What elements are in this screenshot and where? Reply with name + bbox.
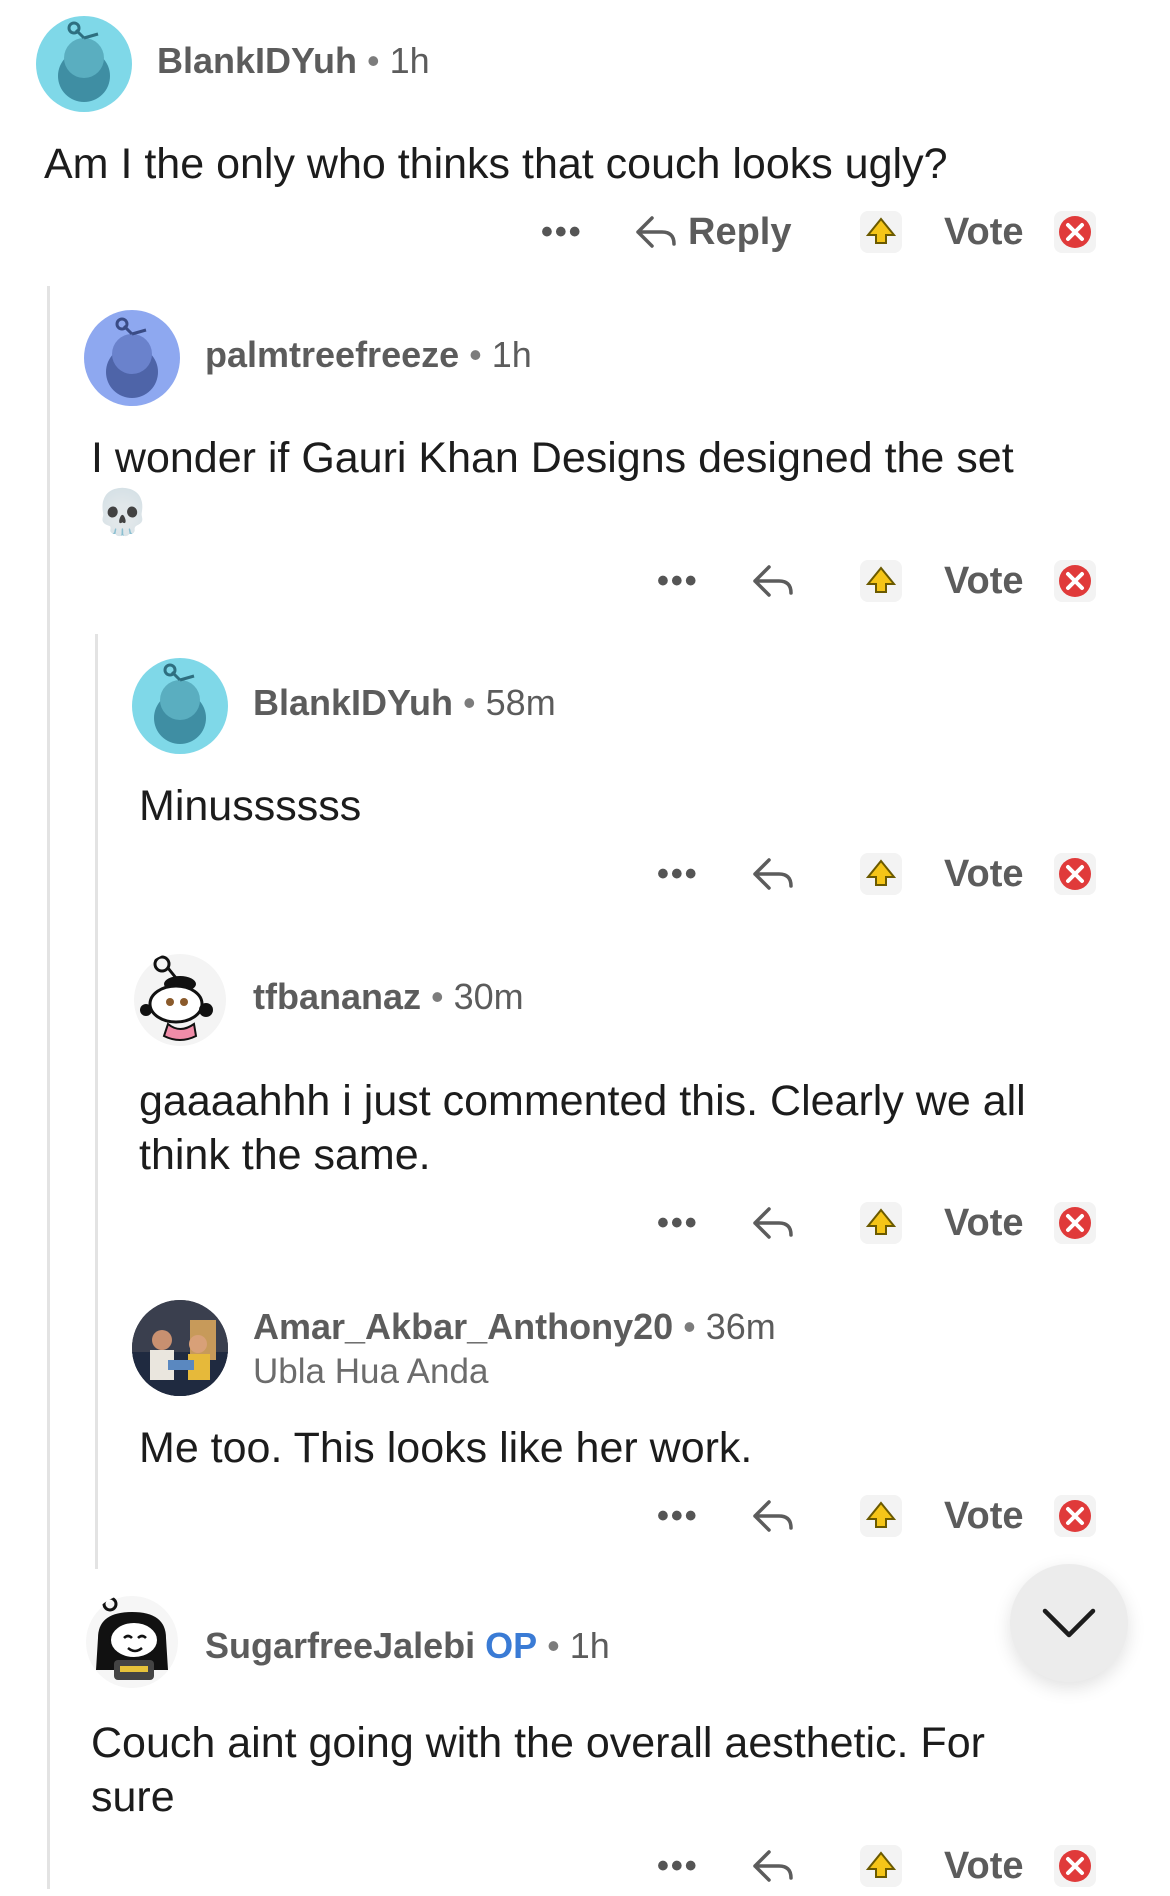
reply-button[interactable]	[751, 844, 795, 904]
more-options-button[interactable]: •••	[657, 1836, 699, 1896]
more-options-button[interactable]: •••	[657, 844, 699, 904]
reply-arrow-icon	[753, 1850, 793, 1882]
reply-button[interactable]	[751, 1836, 795, 1896]
downvote-icon[interactable]	[1052, 851, 1098, 897]
avatar[interactable]	[84, 310, 180, 406]
snoo-character-avatar-icon	[134, 954, 226, 1046]
downvote-icon[interactable]	[1052, 558, 1098, 604]
comment-body-line: gaaaahhh i just commented this. Clearly …	[139, 1077, 1026, 1125]
comment-body: Me too. This looks like her work.	[139, 1424, 753, 1472]
snoo-character-avatar-icon	[86, 1596, 178, 1688]
reply-button[interactable]	[751, 1486, 795, 1546]
comment-actions: ••• Vote	[0, 1486, 1170, 1546]
reply-button[interactable]: Reply	[634, 202, 791, 262]
avatar[interactable]	[132, 658, 228, 754]
thread-line-level-2	[95, 634, 98, 1569]
username[interactable]: tfbananaz	[253, 976, 421, 1018]
snoo-avatar-icon	[106, 317, 158, 398]
skull-emoji: 💀	[95, 488, 150, 537]
separator-dot: •	[547, 1625, 560, 1666]
comment-body-line: sure	[91, 1773, 175, 1821]
reply-arrow-icon	[753, 1207, 793, 1239]
vote-label: Vote	[944, 1845, 1024, 1887]
vote-label: Vote	[944, 211, 1024, 253]
timestamp: 1h	[569, 1625, 610, 1666]
comment-actions: ••• Vote	[0, 844, 1170, 904]
reply-button[interactable]	[751, 551, 795, 611]
separator-dot: •	[469, 334, 482, 375]
reply-button[interactable]	[751, 1193, 795, 1253]
vote-label: Vote	[944, 1202, 1024, 1244]
snoo-avatar-icon	[154, 663, 206, 744]
photo-avatar-icon	[132, 1300, 228, 1396]
downvote-icon[interactable]	[1052, 1200, 1098, 1246]
vote-label: Vote	[944, 1495, 1024, 1537]
user-flair: Ubla Hua Anda	[253, 1352, 489, 1391]
comment-body-line: think the same.	[139, 1131, 431, 1179]
timestamp: 1h	[389, 40, 430, 81]
thread-line-level-1	[47, 286, 50, 1889]
timestamp: 1h	[491, 334, 532, 375]
reply-label: Reply	[688, 210, 792, 253]
reply-arrow-icon	[753, 565, 793, 597]
downvote-icon[interactable]	[1052, 209, 1098, 255]
timestamp: 36m	[705, 1306, 776, 1347]
username[interactable]: Amar_Akbar_Anthony20	[253, 1306, 673, 1348]
avatar[interactable]	[132, 1300, 228, 1396]
more-options-button[interactable]: •••	[657, 551, 699, 611]
comment-body: I wonder if Gauri Khan Designs designed …	[91, 434, 1014, 482]
comment-body-line: Couch aint going with the overall aesthe…	[91, 1719, 985, 1767]
separator-dot: •	[431, 976, 444, 1017]
comment-actions: ••• Vote	[0, 1193, 1170, 1253]
next-comment-button[interactable]	[1010, 1564, 1128, 1682]
avatar[interactable]	[132, 952, 228, 1048]
upvote-icon[interactable]	[858, 209, 904, 255]
separator-dot: •	[463, 682, 476, 723]
more-options-button[interactable]: •••	[541, 202, 583, 262]
upvote-icon[interactable]	[858, 1200, 904, 1246]
upvote-icon[interactable]	[858, 1843, 904, 1889]
timestamp: 30m	[453, 976, 524, 1017]
username[interactable]: BlankIDYuh	[157, 40, 357, 82]
comment-body: Minussssss	[139, 782, 362, 830]
avatar[interactable]	[36, 16, 132, 112]
reply-arrow-icon	[753, 858, 793, 890]
vote-label: Vote	[944, 560, 1024, 602]
separator-dot: •	[367, 40, 380, 81]
more-options-button[interactable]: •••	[657, 1193, 699, 1253]
upvote-icon[interactable]	[858, 558, 904, 604]
comment-actions: ••• Reply Vote	[0, 202, 1170, 262]
chevron-down-icon	[1042, 1608, 1096, 1638]
vote-label: Vote	[944, 853, 1024, 895]
reply-arrow-icon	[636, 216, 676, 248]
comment-actions: ••• Vote	[0, 551, 1170, 611]
snoo-avatar-icon	[58, 21, 110, 102]
comment-actions: ••• Vote	[0, 1836, 1170, 1896]
username[interactable]: palmtreefreeze	[205, 334, 459, 376]
timestamp: 58m	[485, 682, 556, 723]
more-options-button[interactable]: •••	[657, 1486, 699, 1546]
upvote-icon[interactable]	[858, 851, 904, 897]
reply-arrow-icon	[753, 1500, 793, 1532]
avatar[interactable]	[84, 1594, 180, 1690]
separator-dot: •	[683, 1306, 696, 1347]
upvote-icon[interactable]	[858, 1493, 904, 1539]
comment-body: Am I the only who thinks that couch look…	[44, 140, 948, 188]
op-badge: OP	[485, 1625, 538, 1666]
downvote-icon[interactable]	[1052, 1493, 1098, 1539]
downvote-icon[interactable]	[1052, 1843, 1098, 1889]
username[interactable]: BlankIDYuh	[253, 682, 453, 724]
username[interactable]: SugarfreeJalebi	[205, 1625, 475, 1667]
